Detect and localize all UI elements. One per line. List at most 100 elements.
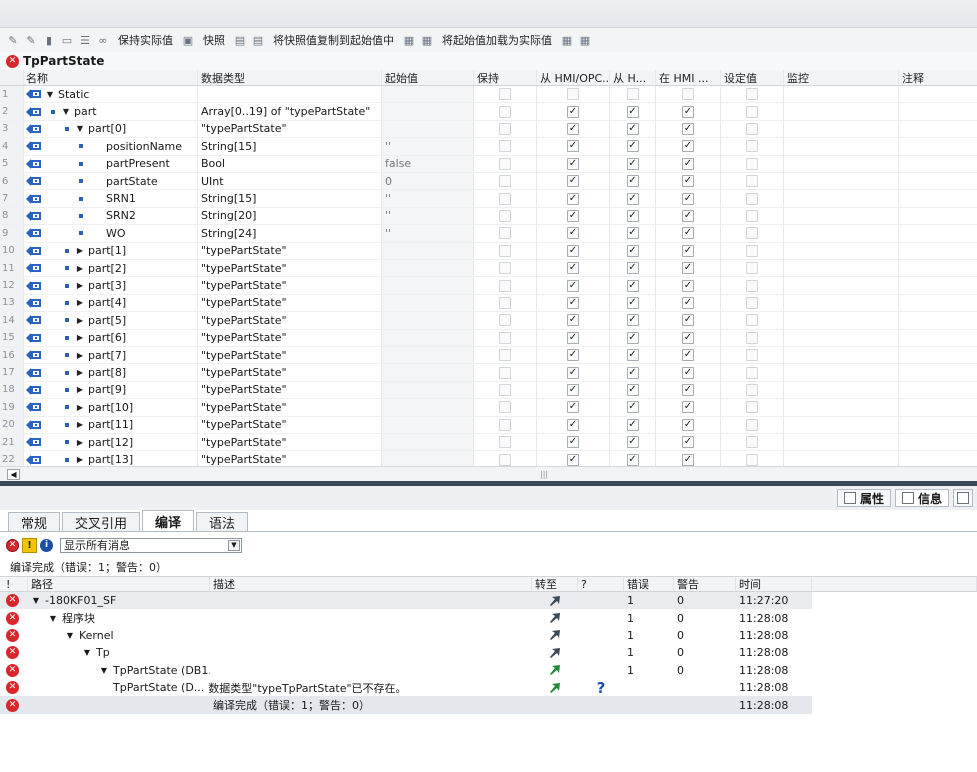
data-type-cell[interactable] — [198, 86, 382, 103]
diagnostics-tab[interactable] — [953, 489, 973, 507]
hmi-write-checkbox[interactable]: ✓ — [626, 314, 639, 327]
data-type-cell[interactable]: "typePartState" — [198, 434, 382, 451]
start-value-cell[interactable] — [382, 399, 474, 416]
start-value-cell[interactable] — [382, 277, 474, 294]
data-type-cell[interactable]: "typePartState" — [198, 120, 382, 138]
name-cell[interactable]: ▼ Static — [24, 86, 198, 103]
path-cell[interactable]: ▼ TpPartState (DB1... — [28, 662, 210, 679]
goto-cell[interactable] — [532, 662, 578, 679]
table-row[interactable]: 1 ▼ Static — [0, 86, 977, 104]
goto-arrow-icon[interactable] — [549, 629, 561, 641]
hmi-opc-checkbox[interactable]: ✓ — [567, 436, 579, 449]
retain-checkbox[interactable] — [499, 244, 511, 257]
comment-cell[interactable] — [899, 225, 977, 241]
expand-triangle-icon[interactable]: ▼ — [75, 124, 85, 133]
data-type-cell[interactable]: String[15] — [198, 190, 382, 207]
setpoint-checkbox[interactable] — [746, 453, 758, 466]
hmi-opc-checkbox[interactable]: ✓ — [567, 401, 579, 414]
header-hmi-write[interactable]: 从 H... — [610, 70, 656, 85]
download-icon[interactable]: ▦ — [560, 33, 574, 47]
hmi-write-checkbox[interactable]: ✓ — [626, 122, 639, 135]
data-type-cell[interactable]: "typePartState" — [198, 294, 382, 312]
expand-triangle-icon[interactable]: ▼ — [45, 90, 55, 99]
hmi-write-checkbox[interactable]: ✓ — [626, 331, 639, 344]
path-cell[interactable]: ▼ Tp — [28, 644, 210, 661]
comment-cell[interactable] — [899, 243, 977, 259]
setpoint-checkbox[interactable] — [746, 88, 758, 101]
copy-all-icon[interactable]: ▤ — [251, 33, 265, 47]
collapse-triangle-icon[interactable]: ▶ — [75, 455, 85, 464]
path-cell[interactable]: ▼ 程序块 — [28, 609, 210, 626]
download-all-icon[interactable]: ▦ — [578, 33, 592, 47]
hmi-visible-checkbox[interactable] — [682, 88, 694, 101]
hmi-write-checkbox[interactable] — [626, 88, 639, 101]
hmi-write-checkbox[interactable]: ✓ — [626, 244, 639, 257]
retain-checkbox[interactable] — [499, 296, 511, 309]
goto-arrow-icon[interactable] — [549, 664, 561, 676]
hmi-visible-checkbox[interactable]: ✓ — [682, 401, 694, 414]
hmi-visible-checkbox[interactable]: ✓ — [682, 244, 694, 257]
start-value-cell[interactable]: '' — [382, 207, 474, 225]
comment-cell[interactable] — [899, 121, 977, 137]
collapse-triangle-icon[interactable]: ▶ — [75, 333, 85, 342]
start-value-cell[interactable] — [382, 294, 474, 312]
hmi-opc-checkbox[interactable]: ✓ — [567, 227, 579, 240]
table-row[interactable]: 5 partPresent Bool false ✓ ✓ ✓ — [0, 155, 977, 173]
retain-checkbox[interactable] — [499, 418, 511, 431]
hmi-opc-checkbox[interactable]: ✓ — [567, 140, 579, 153]
table-row[interactable]: 21 ▶ part[12] "typePartState" ✓ ✓ ✓ — [0, 434, 977, 452]
hmi-opc-checkbox[interactable]: ✓ — [567, 296, 579, 309]
hmi-opc-checkbox[interactable]: ✓ — [567, 105, 579, 118]
tab-general[interactable]: 常规 — [8, 512, 61, 532]
hmi-visible-checkbox[interactable]: ✓ — [682, 157, 694, 170]
hmi-write-checkbox[interactable]: ✓ — [626, 401, 639, 414]
table-row[interactable]: 10 ▶ part[1] "typePartState" ✓ ✓ ✓ — [0, 242, 977, 260]
setpoint-checkbox[interactable] — [746, 175, 758, 188]
table-row[interactable]: 15 ▶ part[6] "typePartState" ✓ ✓ ✓ — [0, 329, 977, 347]
hmi-visible-checkbox[interactable]: ✓ — [682, 227, 694, 240]
hmi-opc-checkbox[interactable]: ✓ — [567, 175, 579, 188]
table-row[interactable]: 3 ▼ part[0] "typePartState" ✓ ✓ ✓ — [0, 120, 977, 139]
retain-checkbox[interactable] — [499, 314, 511, 327]
start-value-cell[interactable] — [382, 329, 474, 346]
help-cell[interactable] — [578, 696, 624, 713]
table-row[interactable]: 11 ▶ part[2] "typePartState" ✓ ✓ ✓ — [0, 260, 977, 278]
scroll-thumb[interactable]: ||| — [540, 470, 548, 479]
data-type-cell[interactable]: "typePartState" — [198, 260, 382, 277]
table-row[interactable]: 2 ▼ part Array[0..19] of "typePartState" ✓ ✓ ✓ — [0, 103, 977, 121]
start-value-cell[interactable]: '' — [382, 190, 474, 207]
hmi-write-checkbox[interactable]: ✓ — [626, 418, 639, 431]
header-setpoint[interactable]: 设定值 — [721, 70, 784, 85]
comment-cell[interactable] — [899, 417, 977, 433]
retain-checkbox[interactable] — [499, 175, 511, 188]
monitor-icon[interactable]: ∞ — [96, 33, 110, 47]
hmi-visible-checkbox[interactable]: ✓ — [682, 331, 694, 344]
goto-cell[interactable] — [532, 592, 578, 610]
data-type-cell[interactable]: "typePartState" — [198, 347, 382, 364]
comment-cell[interactable] — [899, 86, 977, 102]
scroll-left-icon[interactable]: ◀ — [7, 469, 20, 480]
start-value-cell[interactable] — [382, 381, 474, 399]
name-cell[interactable]: ▶ part[8] — [24, 364, 198, 381]
start-value-cell[interactable] — [382, 242, 474, 259]
copy-icon[interactable]: ▤ — [233, 33, 247, 47]
hmi-opc-checkbox[interactable]: ✓ — [567, 244, 579, 257]
setpoint-checkbox[interactable] — [746, 436, 758, 449]
message-filter-select[interactable]: 显示所有消息 ▼ — [60, 537, 242, 553]
help-cell[interactable] — [578, 662, 624, 679]
retain-checkbox[interactable] — [499, 383, 511, 396]
start-value-cell[interactable] — [382, 260, 474, 277]
data-type-cell[interactable]: "typePartState" — [198, 416, 382, 433]
hmi-write-checkbox[interactable]: ✓ — [626, 436, 639, 449]
comment-cell[interactable] — [899, 382, 977, 398]
message-row[interactable]: ✕ ▼ TpPartState (DB1... 1 0 11:28:08 — [0, 662, 977, 679]
add-row-icon[interactable]: ✎ — [24, 33, 38, 47]
name-cell[interactable]: SRN1 — [24, 190, 198, 207]
hmi-write-checkbox[interactable]: ✓ — [626, 262, 639, 275]
properties-tab[interactable]: 属性 — [836, 489, 891, 507]
expand-triangle-icon[interactable]: ▼ — [65, 631, 75, 640]
hmi-opc-checkbox[interactable]: ✓ — [567, 157, 579, 170]
table-row[interactable]: 8 SRN2 String[20] '' ✓ ✓ ✓ — [0, 207, 977, 226]
hmi-opc-checkbox[interactable]: ✓ — [567, 366, 579, 379]
horizontal-scrollbar[interactable]: ◀ ||| — [0, 466, 977, 481]
